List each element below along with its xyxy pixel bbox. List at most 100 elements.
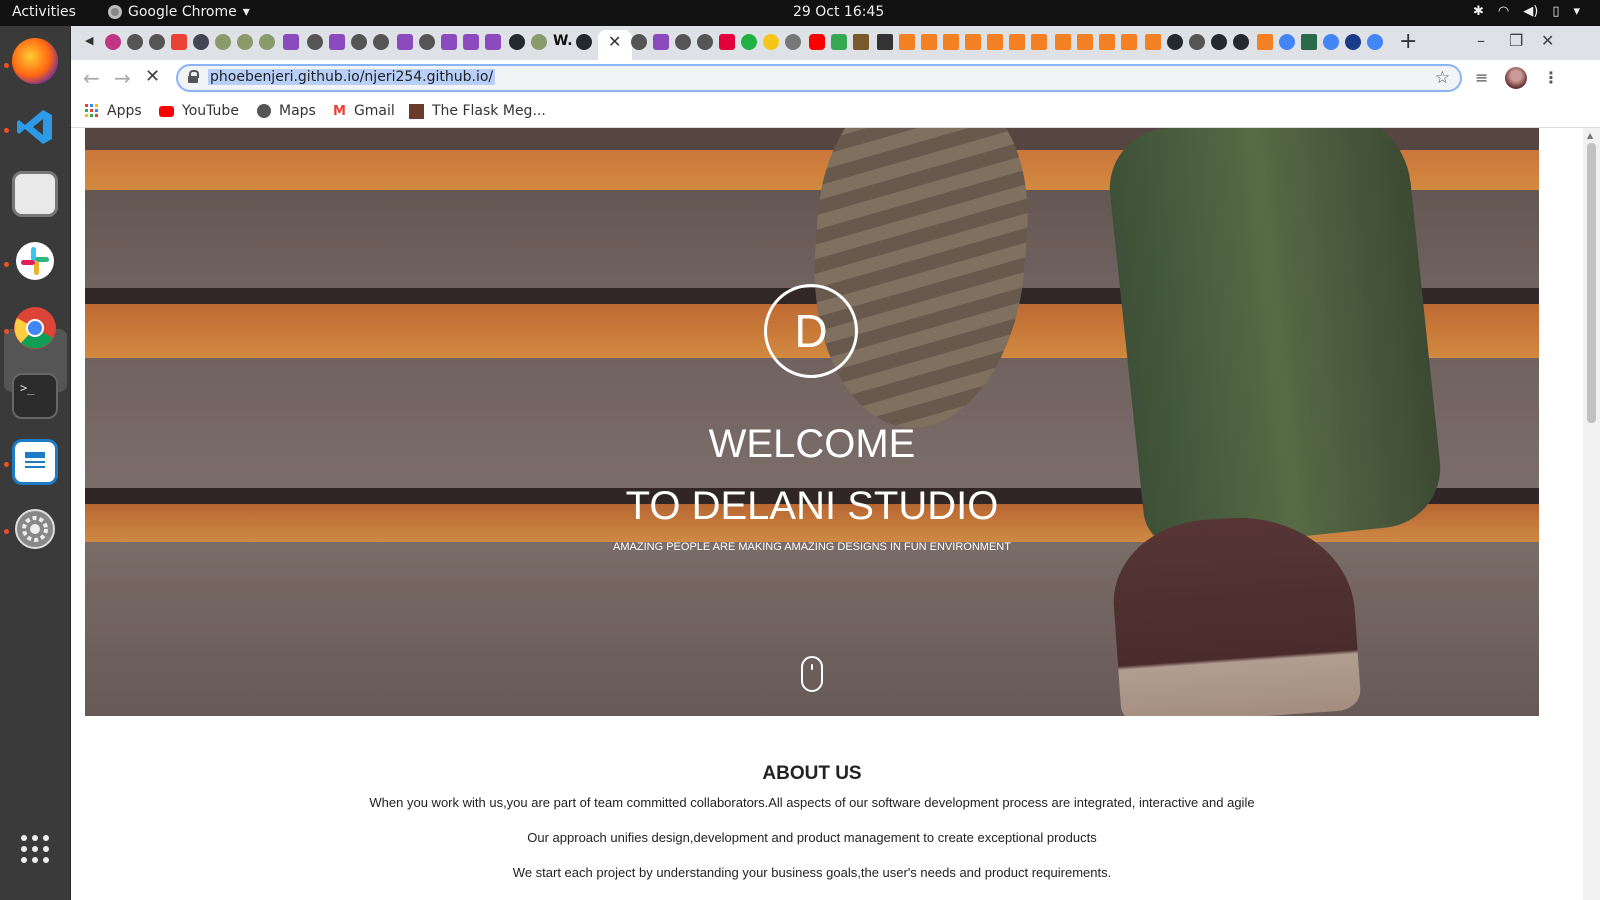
bookmark-gmail[interactable]: M Gmail (333, 103, 395, 119)
firefox-icon[interactable] (12, 38, 58, 84)
wifi-icon[interactable]: ◠ (1498, 4, 1509, 19)
media-control-icon[interactable]: ≡ (1475, 68, 1488, 87)
activities-button[interactable]: Activities (12, 4, 76, 20)
globe-tab-icon[interactable] (697, 34, 713, 50)
stackoverflow-tab-icon[interactable] (1099, 34, 1115, 50)
app-menu[interactable]: Google Chrome ▾ (108, 4, 250, 20)
close-icon[interactable]: ✕ (608, 32, 621, 51)
vscode-icon[interactable] (12, 104, 58, 150)
instagram-tab-icon[interactable] (105, 34, 121, 50)
stackoverflow-tab-icon[interactable] (987, 34, 1003, 50)
wikipedia-tab-icon[interactable]: W. (553, 33, 573, 49)
github-tab-icon[interactable] (576, 34, 592, 50)
google-tab-icon[interactable] (1323, 34, 1339, 50)
back-arrow-icon[interactable]: ← (83, 66, 100, 90)
youtube-tab-icon[interactable] (809, 34, 825, 50)
volume-icon[interactable]: ◀) (1523, 4, 1538, 19)
app-tab-icon[interactable] (853, 34, 869, 50)
slack-icon[interactable] (12, 238, 58, 284)
stackoverflow-tab-icon[interactable] (1055, 34, 1071, 50)
book-tab-icon[interactable] (877, 34, 893, 50)
scrollbar-thumb[interactable] (1587, 143, 1596, 423)
close-window-icon[interactable]: ✕ (1541, 31, 1554, 50)
address-bar[interactable]: phoebenjeri.github.io/njeri254.github.io… (176, 64, 1462, 92)
settings-icon[interactable] (12, 506, 58, 552)
globe-tab-icon[interactable] (419, 34, 435, 50)
forward-arrow-icon[interactable]: → (114, 66, 131, 90)
github-tab-icon[interactable] (509, 34, 525, 50)
stackoverflow-tab-icon[interactable] (921, 34, 937, 50)
globe-tab-icon[interactable] (127, 34, 143, 50)
stackoverflow-tab-icon[interactable] (943, 34, 959, 50)
writer-icon[interactable] (12, 439, 58, 485)
stackoverflow-tab-icon[interactable] (1009, 34, 1025, 50)
globe-tab-icon[interactable] (307, 34, 323, 50)
battery-icon[interactable]: ▯ (1552, 4, 1559, 19)
app-tab-icon[interactable] (1345, 34, 1361, 50)
h-tab-icon[interactable] (283, 34, 299, 50)
bookmark-flask[interactable]: The Flask Meg... (409, 103, 546, 119)
gmail-tab-icon[interactable] (171, 34, 187, 50)
globe-tab-icon[interactable] (373, 34, 389, 50)
new-tab-button[interactable]: + (1399, 29, 1417, 54)
github-tab-icon[interactable] (1211, 34, 1227, 50)
tree-tab-icon[interactable] (531, 34, 547, 50)
app-tab-icon[interactable] (1301, 34, 1317, 50)
system-tray[interactable]: ✱ ◠ ◀) ▯ ▾ (1473, 4, 1580, 19)
stop-loading-icon[interactable]: ✕ (145, 66, 160, 87)
speaker-icon[interactable]: ◀ (85, 34, 93, 47)
app-tab-icon[interactable] (719, 34, 735, 50)
slack-tray-icon[interactable]: ✱ (1473, 4, 1484, 19)
stackoverflow-tab-icon[interactable] (1257, 34, 1273, 50)
stackoverflow-tab-icon[interactable] (965, 34, 981, 50)
page-scrollbar[interactable]: ▲ (1583, 128, 1600, 900)
stackoverflow-tab-icon[interactable] (1121, 34, 1137, 50)
menu-kebab-icon[interactable]: ⋮ (1543, 68, 1559, 87)
google-tab-icon[interactable] (1367, 34, 1383, 50)
github-tab-icon[interactable] (1167, 34, 1183, 50)
h-tab-icon[interactable] (441, 34, 457, 50)
h-tab-icon[interactable] (485, 34, 501, 50)
globe-tab-icon[interactable] (1189, 34, 1205, 50)
globe-tab-icon[interactable] (631, 34, 647, 50)
minimize-icon[interactable]: – (1477, 31, 1485, 50)
app-tab-icon[interactable] (763, 34, 779, 50)
app-tab-icon[interactable] (831, 34, 847, 50)
scroll-up-icon[interactable]: ▲ (1587, 131, 1593, 140)
google-tab-icon[interactable] (1279, 34, 1295, 50)
files-icon[interactable] (12, 171, 58, 217)
app-tab-icon[interactable] (785, 34, 801, 50)
bookmark-apps[interactable]: Apps (85, 103, 142, 119)
scroll-mouse-icon[interactable] (801, 656, 823, 692)
bookmark-maps[interactable]: Maps (257, 103, 316, 119)
h-tab-icon[interactable] (397, 34, 413, 50)
profile-avatar[interactable] (1505, 67, 1527, 89)
chrome-icon[interactable] (12, 305, 58, 351)
stackoverflow-tab-icon[interactable] (1031, 34, 1047, 50)
globe-tab-icon[interactable] (351, 34, 367, 50)
github-tab-icon[interactable] (1233, 34, 1249, 50)
app-tab-icon[interactable] (741, 34, 757, 50)
lock-icon[interactable] (188, 70, 199, 83)
url-text[interactable]: phoebenjeri.github.io/njeri254.github.io… (208, 69, 496, 85)
restore-icon[interactable]: ❐ (1509, 31, 1523, 50)
globe-tab-icon[interactable] (149, 34, 165, 50)
clock[interactable]: 29 Oct 16:45 (793, 4, 884, 20)
stackoverflow-tab-icon[interactable] (899, 34, 915, 50)
bookmark-star-icon[interactable]: ☆ (1435, 68, 1450, 88)
tree-tab-icon[interactable] (259, 34, 275, 50)
globe-tab-icon[interactable] (675, 34, 691, 50)
stackoverflow-tab-icon[interactable] (1077, 34, 1093, 50)
terminal-icon[interactable]: >_ (12, 373, 58, 419)
chevron-down-icon[interactable]: ▾ (1573, 4, 1580, 19)
shield-tab-icon[interactable] (193, 34, 209, 50)
bookmark-label: Maps (279, 103, 316, 119)
h-tab-icon[interactable] (653, 34, 669, 50)
tree-tab-icon[interactable] (215, 34, 231, 50)
app-grid-icon[interactable] (12, 826, 58, 872)
tree-tab-icon[interactable] (237, 34, 253, 50)
bookmark-youtube[interactable]: YouTube (159, 103, 239, 119)
h-tab-icon[interactable] (463, 34, 479, 50)
h-tab-icon[interactable] (329, 34, 345, 50)
stackoverflow-tab-icon[interactable] (1145, 34, 1161, 50)
